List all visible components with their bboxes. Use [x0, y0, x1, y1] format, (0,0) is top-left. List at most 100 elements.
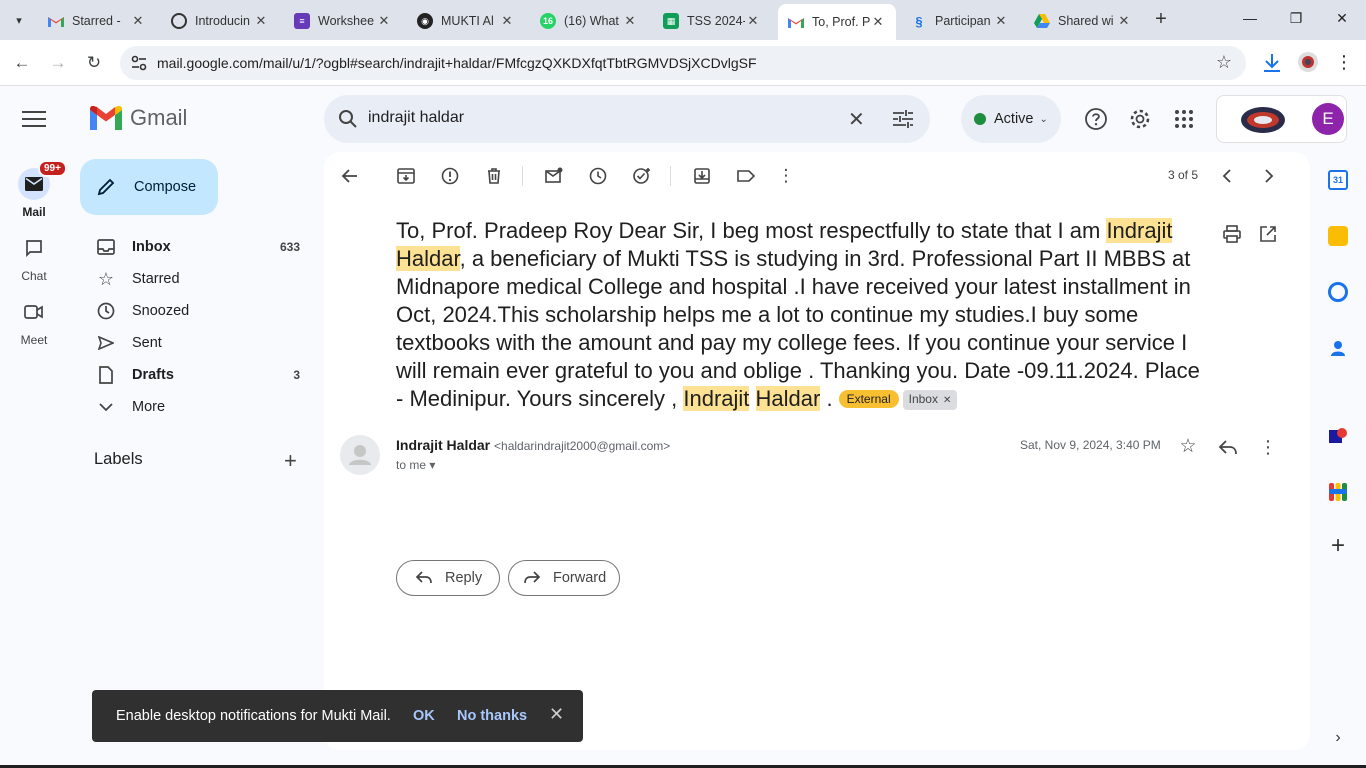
- draft-icon: [96, 365, 116, 385]
- search-bar[interactable]: indrajit haldar ✕: [324, 95, 930, 143]
- tab-title: Participan: [935, 14, 991, 28]
- archive-icon[interactable]: [396, 166, 416, 186]
- compose-button[interactable]: Compose: [80, 159, 218, 215]
- star-icon: ☆: [97, 268, 115, 289]
- report-spam-icon[interactable]: [440, 166, 460, 186]
- tasks-icon[interactable]: [1328, 282, 1348, 302]
- tab-whatsapp[interactable]: 16 (16) What ✕: [530, 6, 648, 36]
- addon-icon[interactable]: [1328, 426, 1348, 446]
- reload-icon[interactable]: ↻: [82, 51, 106, 75]
- close-tab-icon[interactable]: ✕: [622, 13, 638, 29]
- recipient-details[interactable]: to me ▾: [396, 458, 435, 472]
- remove-label-icon[interactable]: ✕: [943, 395, 951, 406]
- rail-chat[interactable]: Chat: [0, 232, 68, 283]
- site-settings-icon[interactable]: [130, 54, 148, 72]
- sender-name[interactable]: Indrajit Haldar: [396, 437, 490, 453]
- monday-addon-icon[interactable]: [1328, 482, 1348, 502]
- trash-icon[interactable]: [484, 166, 504, 186]
- nav-sent[interactable]: Sent: [80, 327, 312, 359]
- tab-worksheet[interactable]: ≡ Workshee ✕: [284, 6, 402, 36]
- nav-more[interactable]: More: [80, 391, 312, 423]
- tab-mukti-ai[interactable]: ◉ MUKTI Al ✕: [407, 6, 525, 36]
- new-tab-button[interactable]: +: [1150, 9, 1172, 31]
- side-panel: 31 + ›: [1310, 152, 1366, 768]
- add-label-icon[interactable]: +: [284, 448, 297, 474]
- close-tab-icon[interactable]: ✕: [745, 13, 761, 29]
- tab-search-button[interactable]: ▾: [6, 8, 32, 32]
- print-icon[interactable]: [1222, 224, 1242, 244]
- tab-shared-with-me[interactable]: Shared wi ✕: [1024, 6, 1142, 36]
- restore-icon[interactable]: ❐: [1286, 10, 1306, 27]
- apps-grid-icon[interactable]: [1172, 107, 1196, 131]
- toast-ok-button[interactable]: OK: [413, 708, 435, 724]
- nav-starred[interactable]: ☆ Starred: [80, 263, 312, 295]
- mark-unread-icon[interactable]: [544, 166, 564, 186]
- nav-snoozed[interactable]: Snoozed: [80, 295, 312, 327]
- download-icon[interactable]: [1260, 51, 1284, 75]
- search-icon[interactable]: [338, 109, 358, 129]
- keep-icon[interactable]: [1328, 226, 1348, 246]
- avatar[interactable]: E: [1312, 103, 1344, 135]
- get-addons-icon[interactable]: +: [1328, 534, 1348, 558]
- move-to-icon[interactable]: [692, 166, 712, 186]
- close-tab-icon[interactable]: ✕: [130, 13, 146, 29]
- address-bar[interactable]: mail.google.com/mail/u/1/?ogbl#search/in…: [120, 46, 1246, 80]
- rail-mail[interactable]: 99+ Mail: [0, 160, 68, 219]
- close-tab-icon[interactable]: ✕: [499, 13, 515, 29]
- sender-line: Indrajit Haldar <haldarindrajit2000@gmai…: [396, 437, 670, 453]
- close-tab-icon[interactable]: ✕: [1116, 13, 1132, 29]
- tab-participants[interactable]: § Participan ✕: [901, 6, 1019, 36]
- more-options-icon[interactable]: ⋮: [776, 166, 796, 186]
- back-arrow-icon[interactable]: ←: [10, 51, 34, 75]
- app-rail: 99+ Mail Chat Meet: [0, 87, 68, 768]
- chevron-left-icon[interactable]: [1218, 166, 1238, 186]
- clear-search-icon[interactable]: ✕: [848, 107, 865, 132]
- inbox-label-chip[interactable]: Inbox ✕: [902, 390, 958, 410]
- reply-icon[interactable]: [1216, 435, 1240, 459]
- tab-tss-2024[interactable]: ▦ TSS 2024- ✕: [653, 6, 771, 36]
- toast-no-thanks-button[interactable]: No thanks: [457, 708, 527, 724]
- close-window-icon[interactable]: ✕: [1332, 10, 1352, 27]
- rail-meet[interactable]: Meet: [0, 296, 68, 347]
- close-tab-icon[interactable]: ✕: [993, 13, 1009, 29]
- chevron-right-icon[interactable]: [1258, 166, 1278, 186]
- help-icon[interactable]: [1084, 107, 1108, 131]
- profile-icon[interactable]: [1296, 51, 1320, 75]
- tab-starred[interactable]: Starred - ✕: [38, 6, 156, 36]
- more-actions-icon[interactable]: ⋮: [1256, 435, 1280, 459]
- reply-button[interactable]: Reply: [396, 560, 500, 596]
- forward-button[interactable]: Forward: [508, 560, 620, 596]
- close-icon[interactable]: ✕: [549, 704, 564, 725]
- search-options-icon[interactable]: [892, 109, 914, 129]
- close-tab-icon[interactable]: ✕: [376, 13, 392, 29]
- nav-inbox[interactable]: Inbox 633: [80, 231, 312, 263]
- tab-title: TSS 2024-: [687, 14, 745, 28]
- gear-icon[interactable]: [1128, 107, 1152, 131]
- minimize-icon[interactable]: —: [1240, 10, 1260, 26]
- tab-introducing[interactable]: Introducin ✕: [161, 6, 279, 36]
- add-to-tasks-icon[interactable]: [632, 166, 652, 186]
- caret-down-icon[interactable]: ▾: [429, 458, 435, 472]
- status-selector[interactable]: Active ⌄: [961, 95, 1061, 143]
- expand-panel-icon[interactable]: ›: [1328, 728, 1348, 748]
- close-tab-icon[interactable]: ✕: [253, 13, 269, 29]
- calendar-icon[interactable]: 31: [1328, 170, 1348, 190]
- label-icon[interactable]: [736, 166, 756, 186]
- close-tab-icon[interactable]: ✕: [870, 14, 886, 30]
- star-icon[interactable]: ☆: [1176, 435, 1200, 459]
- tab-current-email[interactable]: To, Prof. P ✕: [778, 4, 896, 40]
- nav-drafts[interactable]: Drafts 3: [80, 359, 312, 391]
- gmail-logo[interactable]: Gmail: [90, 105, 187, 131]
- search-input[interactable]: indrajit haldar: [368, 109, 464, 127]
- tab-title: Workshee: [318, 14, 375, 28]
- forward-arrow-icon[interactable]: →: [46, 51, 70, 75]
- contacts-icon[interactable]: [1328, 338, 1348, 358]
- main-menu-icon[interactable]: [22, 111, 46, 129]
- back-to-search-icon[interactable]: [340, 166, 360, 186]
- snooze-icon[interactable]: [588, 166, 608, 186]
- external-chip: External: [838, 390, 899, 408]
- drive-favicon-icon: [1034, 13, 1050, 29]
- chrome-menu-icon[interactable]: ⋮: [1332, 51, 1356, 75]
- open-in-new-window-icon[interactable]: [1258, 224, 1278, 244]
- bookmark-star-icon[interactable]: ☆: [1216, 52, 1232, 73]
